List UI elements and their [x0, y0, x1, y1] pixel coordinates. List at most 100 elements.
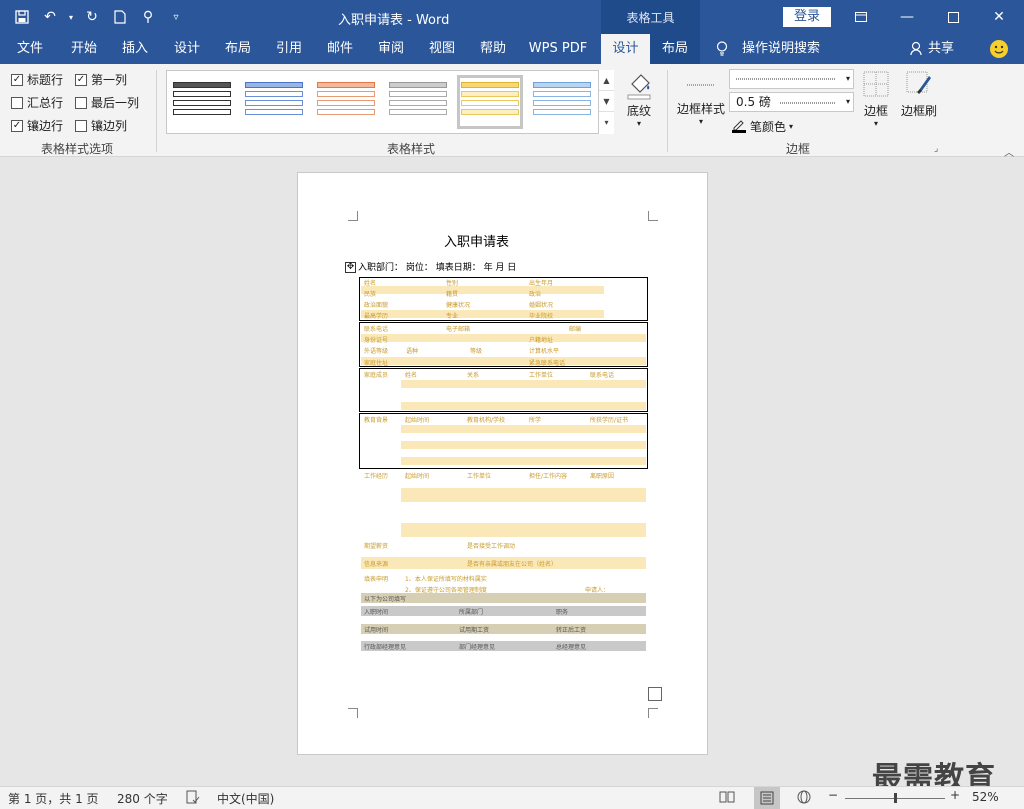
print-layout-icon[interactable] — [754, 787, 780, 809]
tab-layout[interactable]: 布局 — [216, 34, 260, 64]
row-highlight — [361, 310, 604, 318]
cell: 政治面貌 — [364, 302, 389, 309]
zoom-level[interactable]: 52% — [972, 790, 999, 804]
smiley-feedback-icon[interactable] — [990, 40, 1008, 58]
line-weight-dropdown[interactable]: 0.5 磅 ▾ — [729, 92, 854, 112]
proofing-icon[interactable] — [186, 790, 200, 807]
status-word-count[interactable]: 280 个字 — [117, 790, 168, 807]
undo-dropdown-icon[interactable]: ▾ — [66, 6, 76, 28]
shading-dropdown-icon: ▾ — [636, 119, 641, 128]
row-highlight — [401, 425, 646, 433]
border-painter-button[interactable]: 边框刷 — [898, 70, 940, 119]
minimize-icon[interactable]: — — [884, 0, 930, 34]
undo-icon[interactable]: ↶ — [38, 6, 62, 28]
checkbox-total-row[interactable]: 汇总行 — [11, 94, 63, 111]
new-document-icon[interactable] — [108, 6, 132, 28]
cell: 总经理意见 — [556, 644, 587, 651]
cell: 毕业院校 — [529, 313, 554, 320]
gallery-more-icon[interactable]: ▾ — [599, 112, 614, 133]
cell: 工作单位 — [467, 473, 492, 480]
web-layout-icon[interactable] — [797, 790, 811, 807]
row-highlight — [401, 523, 646, 537]
pen-color-button[interactable]: 笔颜色 ▾ — [731, 117, 793, 136]
table-style-blue[interactable] — [245, 79, 303, 125]
title-bar: ↶ ▾ ↻ ⚲ ▿ 入职申请表 - Word 表格工具 登录 — ✕ — [0, 0, 1024, 34]
status-language[interactable]: 中文(中国) — [217, 790, 274, 807]
tab-references[interactable]: 引用 — [267, 34, 311, 64]
cell: 行政部经理意见 — [364, 644, 407, 651]
row-highlight — [401, 402, 646, 410]
table-style-light-blue[interactable] — [533, 79, 591, 125]
cell: 计算机水平 — [529, 348, 560, 355]
lightbulb-icon — [716, 41, 728, 60]
table-tools-context: 表格工具 — [601, 0, 700, 34]
borders-dropdown-icon: ▾ — [873, 119, 878, 128]
checkbox-header-row[interactable]: ✓ 标题行 — [11, 71, 63, 88]
gallery-scroll-down-icon[interactable]: ▼ — [599, 91, 614, 112]
tab-wps-pdf[interactable]: WPS PDF — [524, 34, 592, 64]
table-move-handle-icon[interactable]: ✥ — [345, 262, 356, 273]
save-icon[interactable] — [10, 6, 34, 28]
cell: 家庭成员 — [364, 372, 389, 379]
checkbox-banded-columns[interactable]: 镶边列 — [75, 117, 127, 134]
zoom-out-icon[interactable]: − — [828, 788, 838, 802]
shading-button[interactable]: 底纹 ▾ — [620, 70, 658, 128]
table-style-gray[interactable] — [389, 79, 447, 125]
line-style-dropdown[interactable]: ▾ — [729, 69, 854, 89]
zoom-in-icon[interactable]: + — [950, 788, 960, 802]
cell: 政治 — [529, 291, 542, 298]
tab-home[interactable]: 开始 — [62, 34, 106, 64]
tell-me-search[interactable]: 操作说明搜索 — [742, 34, 820, 64]
zoom-slider-thumb[interactable] — [894, 793, 897, 803]
tab-help[interactable]: 帮助 — [471, 34, 515, 64]
tab-view[interactable]: 视图 — [420, 34, 464, 64]
status-page-count[interactable]: 第 1 页，共 1 页 — [8, 790, 99, 807]
tab-table-layout[interactable]: 布局 — [650, 34, 700, 64]
cell: 身份证号 — [364, 337, 389, 344]
margin-corner — [648, 708, 658, 718]
cell: 姓名 — [405, 372, 418, 379]
gallery-scroll-up-icon[interactable]: ▲ — [599, 70, 614, 91]
cell: 出生年月 — [529, 280, 554, 287]
tab-insert[interactable]: 插入 — [113, 34, 157, 64]
status-bar: 第 1 页，共 1 页 280 个字 中文(中国) − + 52% — [0, 786, 1024, 809]
cell: 户籍地址 — [529, 337, 554, 344]
cell: 信息来源 — [364, 561, 389, 568]
checkbox-last-column[interactable]: 最后一列 — [75, 94, 139, 111]
close-icon[interactable]: ✕ — [976, 0, 1022, 34]
cell: 婚姻状况 — [529, 302, 554, 309]
maximize-icon[interactable] — [930, 0, 976, 34]
row-highlight — [361, 606, 646, 616]
redo-icon[interactable]: ↻ — [80, 6, 104, 28]
tab-review[interactable]: 审阅 — [369, 34, 413, 64]
cell: 健康状况 — [446, 302, 471, 309]
table-style-gold-selected[interactable] — [457, 75, 523, 129]
cell: 紧急联系电话 — [529, 360, 566, 367]
checkbox-first-column[interactable]: ✓ 第一列 — [75, 71, 127, 88]
borders-button[interactable]: 边框 ▾ — [858, 70, 894, 128]
margin-corner — [648, 211, 658, 221]
table-style-orange[interactable] — [317, 79, 375, 125]
cell: 工作单位 — [529, 372, 554, 379]
document-page[interactable]: 入职申请表 ✥ 入职部门： 岗位： 填表日期： 年 月 日 姓名 性别 出生年月… — [297, 172, 708, 755]
customize-qat-icon[interactable]: ▿ — [164, 6, 188, 28]
cell: 性别 — [446, 280, 459, 287]
tab-mailings[interactable]: 邮件 — [318, 34, 362, 64]
tab-file[interactable]: 文件 — [8, 34, 52, 64]
cell: 家庭住址 — [364, 360, 389, 367]
search-icon[interactable]: ⚲ — [136, 6, 160, 28]
cell: 电子邮箱 — [446, 326, 471, 333]
login-button[interactable]: 登录 — [783, 7, 831, 27]
ribbon-display-options-icon[interactable] — [838, 0, 884, 34]
document-workspace: 入职申请表 ✥ 入职部门： 岗位： 填表日期： 年 月 日 姓名 性别 出生年月… — [0, 157, 1024, 796]
margin-corner — [348, 211, 358, 221]
group-label-style-options: 表格样式选项 — [41, 142, 114, 156]
border-styles-button[interactable]: 边框样式 ▾ — [676, 70, 726, 126]
table-style-plain-dark[interactable] — [173, 79, 231, 125]
read-mode-icon[interactable] — [719, 790, 735, 807]
tab-table-design[interactable]: 设计 — [601, 34, 650, 64]
borders-dialog-launcher-icon[interactable]: ⌟ — [934, 144, 938, 154]
checkbox-banded-rows[interactable]: ✓ 镶边行 — [11, 117, 63, 134]
share-button[interactable]: 共享 — [928, 34, 954, 64]
tab-design[interactable]: 设计 — [165, 34, 209, 64]
